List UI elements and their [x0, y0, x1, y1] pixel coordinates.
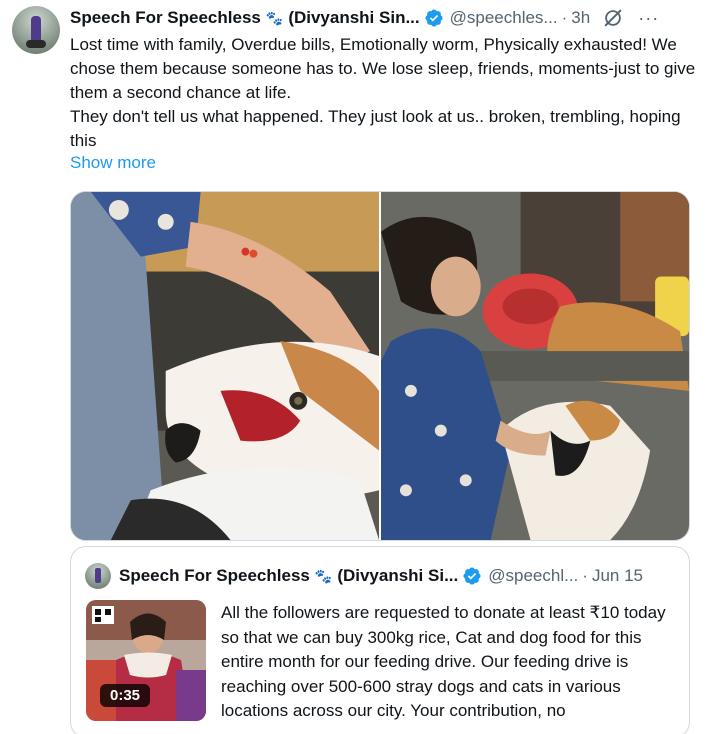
author-avatar[interactable]: [12, 6, 60, 54]
tweet-time[interactable]: 3h: [571, 8, 590, 28]
separator-dot: ·: [582, 566, 588, 585]
tweet-text: Lost time with family, Overdue bills, Em…: [70, 33, 698, 153]
more-options-icon[interactable]: ···: [638, 8, 659, 29]
quoted-tweet-text: All the followers are requested to donat…: [221, 603, 666, 720]
paw-prints-icon: 🐾: [314, 567, 333, 584]
tweet-text-line: Lost time with family, Overdue bills, Em…: [70, 35, 696, 102]
woman-with-dogs-photo[interactable]: [381, 192, 689, 540]
author-name[interactable]: Speech For Speechless: [70, 8, 261, 28]
quoted-tweet-date[interactable]: Jun 15: [592, 566, 643, 586]
quoted-tweet[interactable]: Speech For Speechless 🐾 (Divyanshi Si...…: [70, 546, 690, 734]
quoted-video-thumbnail[interactable]: 0:35: [86, 600, 206, 721]
video-duration: 0:35: [100, 684, 151, 707]
grok-icon[interactable]: [602, 7, 624, 29]
tweet-media: [70, 191, 690, 541]
quoted-tweet-header: Speech For Speechless 🐾 (Divyanshi Si...…: [119, 564, 677, 588]
injured-dog-photo[interactable]: [71, 192, 379, 540]
author-handle[interactable]: @speechles...: [450, 8, 558, 28]
paw-prints-icon: 🐾: [265, 9, 284, 26]
verified-badge-icon[interactable]: [424, 8, 444, 28]
quoted-author-handle[interactable]: @speechl...: [488, 566, 578, 586]
separator-dot: ·: [561, 8, 568, 27]
author-name-suffix[interactable]: (Divyanshi Sin...: [288, 8, 419, 28]
tweet-text-line: They don't tell us what happened. They j…: [70, 107, 681, 150]
verified-badge-icon[interactable]: [462, 566, 482, 586]
quoted-author-name[interactable]: Speech For Speechless: [119, 566, 310, 586]
show-more-link[interactable]: Show more: [70, 153, 156, 173]
tweet-header: Speech For Speechless 🐾 (Divyanshi Sin..…: [70, 6, 700, 30]
quoted-author-name-suffix[interactable]: (Divyanshi Si...: [337, 566, 458, 586]
quoted-author-avatar[interactable]: [85, 563, 111, 589]
